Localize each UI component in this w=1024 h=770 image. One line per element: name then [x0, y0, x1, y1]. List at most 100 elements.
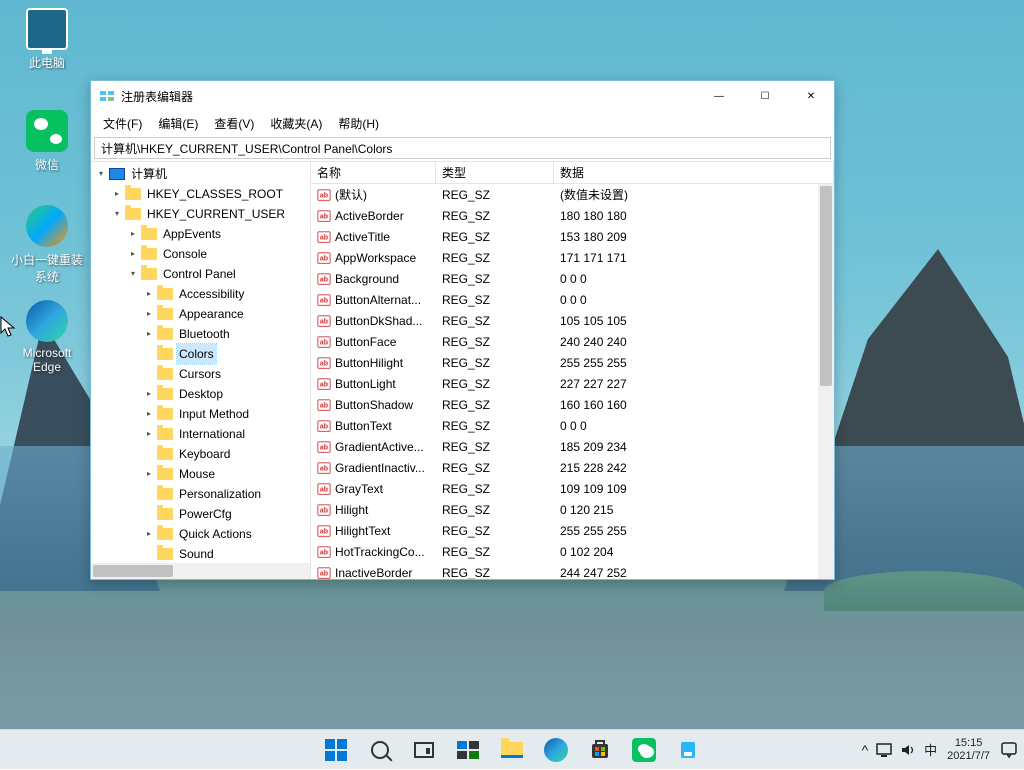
tree-node-desktop[interactable]: ▸Desktop	[143, 384, 310, 404]
caret-right-icon[interactable]: ▸	[143, 528, 155, 540]
caret-right-icon[interactable]: ▸	[143, 388, 155, 400]
list-row[interactable]: abActiveTitleREG_SZ153 180 209	[311, 226, 834, 247]
list-row[interactable]: abInactiveBorderREG_SZ244 247 252	[311, 562, 834, 579]
caret-right-icon[interactable]: ▸	[143, 288, 155, 300]
tree-node-computer[interactable]: ▾ 计算机	[95, 164, 310, 184]
tree-node-accessibility[interactable]: ▸Accessibility	[143, 284, 310, 304]
start-button[interactable]	[316, 730, 356, 770]
tree-node-personalization[interactable]: ▸Personalization	[143, 484, 310, 504]
value-type: REG_SZ	[436, 440, 554, 454]
list-row[interactable]: abHotTrackingCo...REG_SZ0 102 204	[311, 541, 834, 562]
address-bar[interactable]: 计算机\HKEY_CURRENT_USER\Control Panel\Colo…	[94, 137, 831, 159]
menu-view[interactable]: 查看(V)	[206, 113, 262, 134]
tree-node-bluetooth[interactable]: ▸Bluetooth	[143, 324, 310, 344]
task-view-button[interactable]	[404, 730, 444, 770]
edge-button[interactable]	[536, 730, 576, 770]
tree-node-international[interactable]: ▸International	[143, 424, 310, 444]
column-header-name[interactable]: 名称	[311, 162, 436, 183]
cast-icon[interactable]	[876, 743, 892, 757]
titlebar[interactable]: 注册表编辑器 — ☐ ✕	[91, 81, 834, 111]
menu-file[interactable]: 文件(F)	[95, 113, 150, 134]
system-tray[interactable]: ^ 中	[862, 740, 938, 759]
tree-node-keyboard[interactable]: ▸Keyboard	[143, 444, 310, 464]
tree-node-console[interactable]: ▸Console	[127, 244, 310, 264]
list-row[interactable]: abButtonLightREG_SZ227 227 227	[311, 373, 834, 394]
caret-right-icon[interactable]: ▸	[143, 408, 155, 420]
desktop-background[interactable]: 此电脑 微信 小白一键重装 系统 Microsoft Edge 注册表编辑器 —…	[0, 0, 1024, 769]
list-row[interactable]: abActiveBorderREG_SZ180 180 180	[311, 205, 834, 226]
caret-down-icon[interactable]: ▾	[111, 208, 123, 220]
list-row[interactable]: abGradientActive...REG_SZ185 209 234	[311, 436, 834, 457]
explorer-button[interactable]	[492, 730, 532, 770]
menu-favorites[interactable]: 收藏夹(A)	[262, 113, 330, 134]
caret-down-icon[interactable]: ▾	[95, 168, 107, 180]
wechat-icon	[26, 110, 68, 152]
tree-node-cursors[interactable]: ▸Cursors	[143, 364, 310, 384]
list-row[interactable]: abButtonAlternat...REG_SZ0 0 0	[311, 289, 834, 310]
list-row[interactable]: abButtonShadowREG_SZ160 160 160	[311, 394, 834, 415]
maximize-button[interactable]: ☐	[742, 81, 788, 111]
vertical-scrollbar[interactable]	[820, 186, 832, 386]
store-button[interactable]	[580, 730, 620, 770]
list-row[interactable]: abGrayTextREG_SZ109 109 109	[311, 478, 834, 499]
column-header-data[interactable]: 数据	[554, 162, 834, 183]
caret-right-icon[interactable]: ▸	[143, 468, 155, 480]
desktop-icon-pc[interactable]: 此电脑	[10, 8, 84, 71]
tree-node-hkcr[interactable]: ▸ HKEY_CLASSES_ROOT	[111, 184, 310, 204]
volume-icon[interactable]	[900, 743, 916, 757]
list-row[interactable]: abButtonFaceREG_SZ240 240 240	[311, 331, 834, 352]
svg-text:ab: ab	[320, 318, 328, 325]
tree-node-hkcu[interactable]: ▾ HKEY_CURRENT_USER	[111, 204, 310, 224]
minimize-button[interactable]: —	[696, 81, 742, 111]
column-header-type[interactable]: 类型	[436, 162, 554, 183]
list-row[interactable]: abHilightTextREG_SZ255 255 255	[311, 520, 834, 541]
list-row[interactable]: ab(默认)REG_SZ(数值未设置)	[311, 184, 834, 205]
list-row[interactable]: abButtonTextREG_SZ0 0 0	[311, 415, 834, 436]
list-body[interactable]: ab(默认)REG_SZ(数值未设置)abActiveBorderREG_SZ1…	[311, 184, 834, 579]
tree-node-sound[interactable]: ▸Sound	[143, 544, 310, 564]
tree-node-control-panel[interactable]: ▾Control Panel	[127, 264, 310, 284]
list-row[interactable]: abButtonHilightREG_SZ255 255 255	[311, 352, 834, 373]
list-row[interactable]: abAppWorkspaceREG_SZ171 171 171	[311, 247, 834, 268]
pc-icon	[26, 8, 68, 50]
value-type: REG_SZ	[436, 356, 554, 370]
desktop-icon-wechat[interactable]: 微信	[10, 110, 84, 173]
tree-pane[interactable]: ▾ 计算机 ▸ HKEY_CLASSES_ROOT	[91, 162, 311, 579]
caret-right-icon[interactable]: ▸	[143, 328, 155, 340]
clock[interactable]: 15:15 2021/7/7	[947, 737, 990, 763]
tree-node-appevents[interactable]: ▸AppEvents	[127, 224, 310, 244]
menu-help[interactable]: 帮助(H)	[330, 113, 387, 134]
desktop-icon-installer[interactable]: 小白一键重装 系统	[10, 205, 84, 285]
caret-right-icon[interactable]: ▸	[143, 428, 155, 440]
caret-right-icon[interactable]: ▸	[127, 248, 139, 260]
horizontal-scrollbar[interactable]	[93, 565, 173, 577]
widgets-button[interactable]	[448, 730, 488, 770]
caret-right-icon[interactable]: ▸	[143, 308, 155, 320]
value-type: REG_SZ	[436, 398, 554, 412]
value-data: 109 109 109	[554, 482, 834, 496]
list-row[interactable]: abHilightREG_SZ0 120 215	[311, 499, 834, 520]
menu-edit[interactable]: 编辑(E)	[150, 113, 206, 134]
tree-node-mouse[interactable]: ▸Mouse	[143, 464, 310, 484]
caret-right-icon[interactable]: ▸	[111, 188, 123, 200]
caret-down-icon[interactable]: ▾	[127, 268, 139, 280]
tree-node-input-method[interactable]: ▸Input Method	[143, 404, 310, 424]
close-button[interactable]: ✕	[788, 81, 834, 111]
reg-sz-icon: ab	[317, 545, 331, 559]
ime-indicator[interactable]: 中	[924, 740, 937, 759]
tree-node-appearance[interactable]: ▸Appearance	[143, 304, 310, 324]
list-row[interactable]: abGradientInactiv...REG_SZ215 228 242	[311, 457, 834, 478]
tree-node-quick-actions[interactable]: ▸Quick Actions	[143, 524, 310, 544]
desktop-icon-edge[interactable]: Microsoft Edge	[10, 300, 84, 374]
notifications-icon[interactable]	[1000, 741, 1018, 759]
app-button[interactable]	[668, 730, 708, 770]
list-row[interactable]: abButtonDkShad...REG_SZ105 105 105	[311, 310, 834, 331]
list-row[interactable]: abBackgroundREG_SZ0 0 0	[311, 268, 834, 289]
tree-node-colors[interactable]: ▸Colors	[143, 344, 310, 364]
tree-node-powercfg[interactable]: ▸PowerCfg	[143, 504, 310, 524]
search-button[interactable]	[360, 730, 400, 770]
value-data: 255 255 255	[554, 524, 834, 538]
tray-overflow-icon[interactable]: ^	[862, 742, 869, 758]
caret-right-icon[interactable]: ▸	[127, 228, 139, 240]
wechat-button[interactable]	[624, 730, 664, 770]
